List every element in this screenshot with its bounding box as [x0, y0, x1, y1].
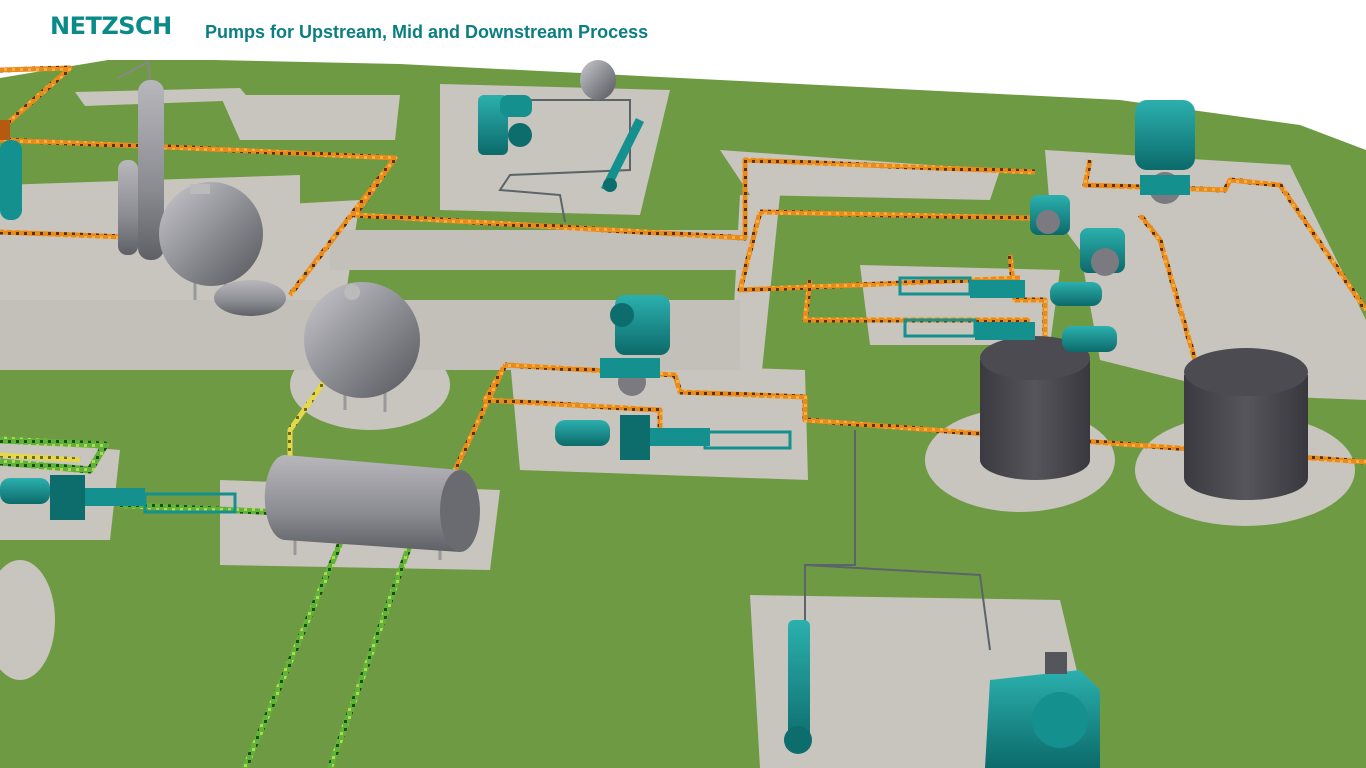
lobe-pump-icon[interactable] [1030, 195, 1070, 235]
netzsch-logo[interactable]: NETZSCH [50, 12, 172, 40]
small-spherical-tank-icon[interactable] [580, 60, 616, 100]
vertical-pump-icon[interactable] [1135, 100, 1195, 204]
pump-skid-icon[interactable] [0, 120, 10, 140]
app-header: NETZSCH Pumps for Upstream, Mid and Down… [0, 0, 1366, 60]
storage-tank-icon[interactable] [1184, 348, 1308, 500]
vertical-pump-icon[interactable] [478, 95, 532, 155]
storage-tank-icon[interactable] [980, 336, 1090, 480]
lobe-pump-icon[interactable] [1080, 228, 1125, 276]
vertical-progressive-cavity-pump-icon[interactable] [784, 620, 812, 754]
small-horizontal-tank-icon[interactable] [214, 280, 286, 316]
page-title: Pumps for Upstream, Mid and Downstream P… [205, 22, 649, 42]
plant-3d-scene[interactable] [0, 0, 1366, 768]
